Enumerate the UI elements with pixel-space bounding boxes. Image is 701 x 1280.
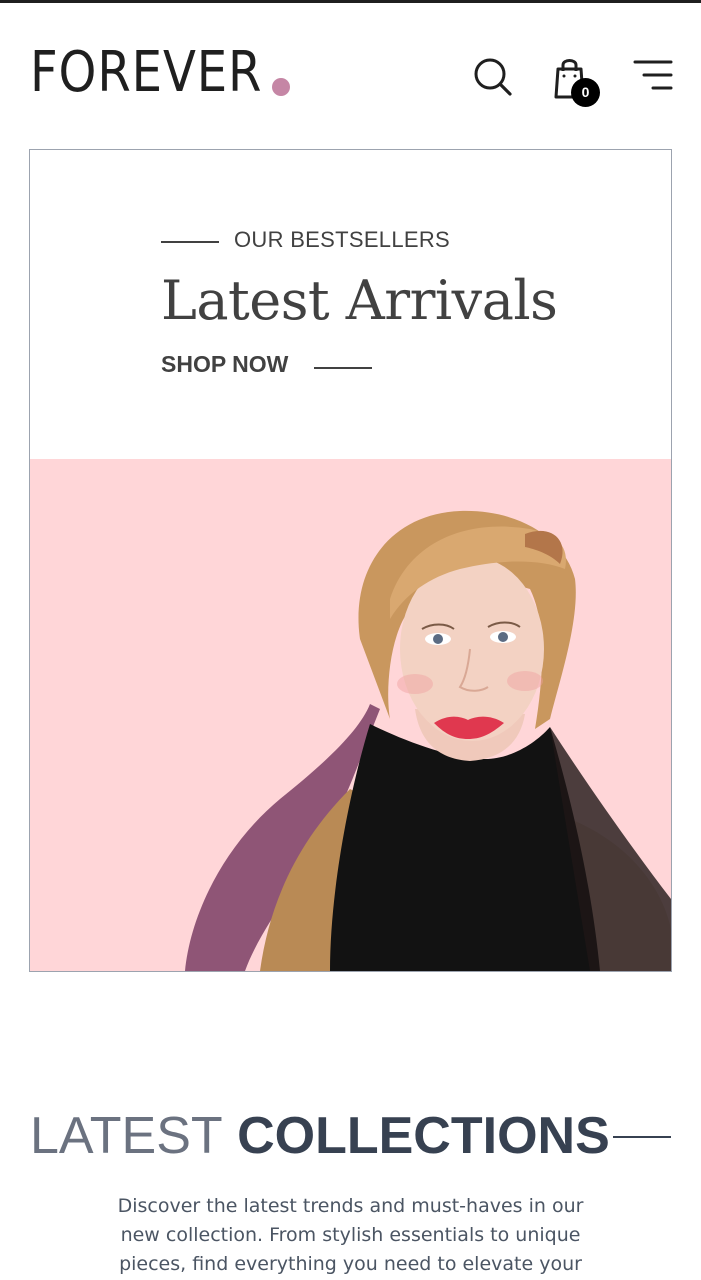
latest-collections-title: LATEST COLLECTIONS bbox=[30, 1104, 610, 1168]
shop-now-button[interactable]: SHOP NOW bbox=[161, 351, 288, 378]
hero-image bbox=[30, 459, 671, 971]
menu-button[interactable] bbox=[630, 57, 676, 97]
hero-text-panel: OUR BESTSELLERS Latest Arrivals SHOP NOW bbox=[30, 150, 671, 459]
search-button[interactable] bbox=[470, 55, 514, 99]
menu-icon bbox=[633, 60, 673, 90]
collections-description: Discover the latest trends and must-have… bbox=[117, 1195, 584, 1275]
search-icon bbox=[474, 58, 512, 96]
hero-title: Latest Arrivals bbox=[161, 269, 558, 332]
eyebrow-divider bbox=[161, 241, 219, 243]
title-bold: COLLECTIONS bbox=[237, 1107, 610, 1165]
brand-logo[interactable]: FOREVER bbox=[30, 41, 262, 105]
cart-count-badge: 0 bbox=[571, 78, 600, 107]
shop-now-divider bbox=[314, 367, 372, 369]
logo-accent-dot bbox=[272, 78, 290, 96]
title-light: LATEST bbox=[30, 1107, 223, 1165]
site-header: FOREVER 0 bbox=[0, 3, 701, 143]
collections-divider bbox=[613, 1136, 671, 1138]
cart-button[interactable]: 0 bbox=[550, 51, 602, 107]
hero-banner: OUR BESTSELLERS Latest Arrivals SHOP NOW bbox=[29, 149, 672, 972]
hero-eyebrow: OUR BESTSELLERS bbox=[234, 227, 451, 252]
